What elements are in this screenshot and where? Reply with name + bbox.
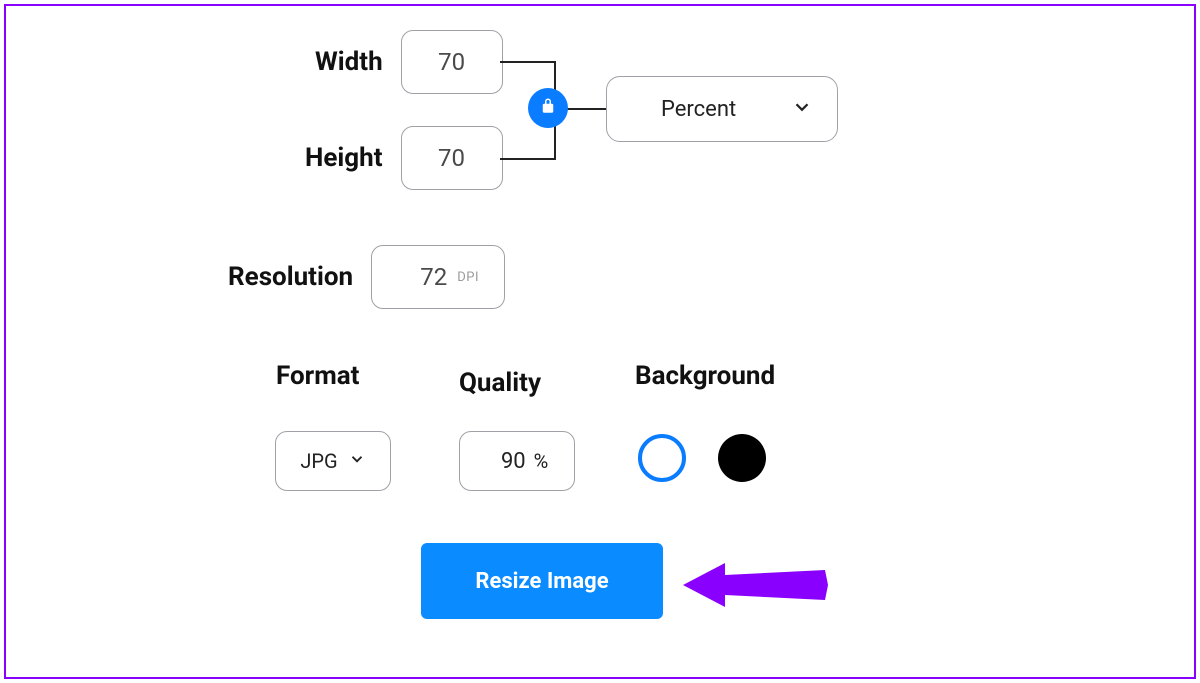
lock-icon (539, 97, 557, 119)
quality-input[interactable] (486, 449, 526, 474)
connector-line (500, 61, 555, 63)
width-label: Width (315, 47, 383, 77)
height-row: Height (305, 126, 503, 190)
quality-label: Quality (459, 368, 541, 398)
resolution-input-box[interactable]: DPI (371, 245, 505, 309)
width-input[interactable] (422, 48, 482, 76)
background-option-white[interactable] (638, 434, 686, 482)
width-input-box[interactable] (401, 30, 503, 94)
unit-selected-value: Percent (661, 97, 736, 122)
background-label: Background (635, 361, 775, 391)
aspect-ratio-lock-button[interactable] (528, 88, 568, 128)
format-dropdown[interactable]: JPG (275, 431, 391, 491)
width-row: Width (315, 30, 503, 94)
quality-input-box[interactable]: % (459, 431, 575, 491)
resize-image-button[interactable]: Resize Image (421, 543, 663, 619)
format-selected-value: JPG (300, 449, 337, 473)
connector-line (500, 158, 555, 160)
percent-sign: % (534, 449, 549, 473)
background-option-black[interactable] (718, 434, 766, 482)
resolution-row: Resolution DPI (228, 245, 505, 309)
height-input-box[interactable] (401, 126, 503, 190)
chevron-down-icon (348, 450, 366, 472)
height-input[interactable] (422, 144, 482, 172)
height-label: Height (305, 143, 383, 173)
annotation-arrow-icon (680, 555, 830, 619)
resolution-input[interactable] (397, 263, 447, 291)
resolution-label: Resolution (228, 262, 353, 292)
unit-dropdown[interactable]: Percent (606, 76, 838, 142)
format-label: Format (276, 361, 359, 391)
chevron-down-icon (791, 96, 813, 122)
dpi-unit-label: DPI (457, 270, 479, 285)
